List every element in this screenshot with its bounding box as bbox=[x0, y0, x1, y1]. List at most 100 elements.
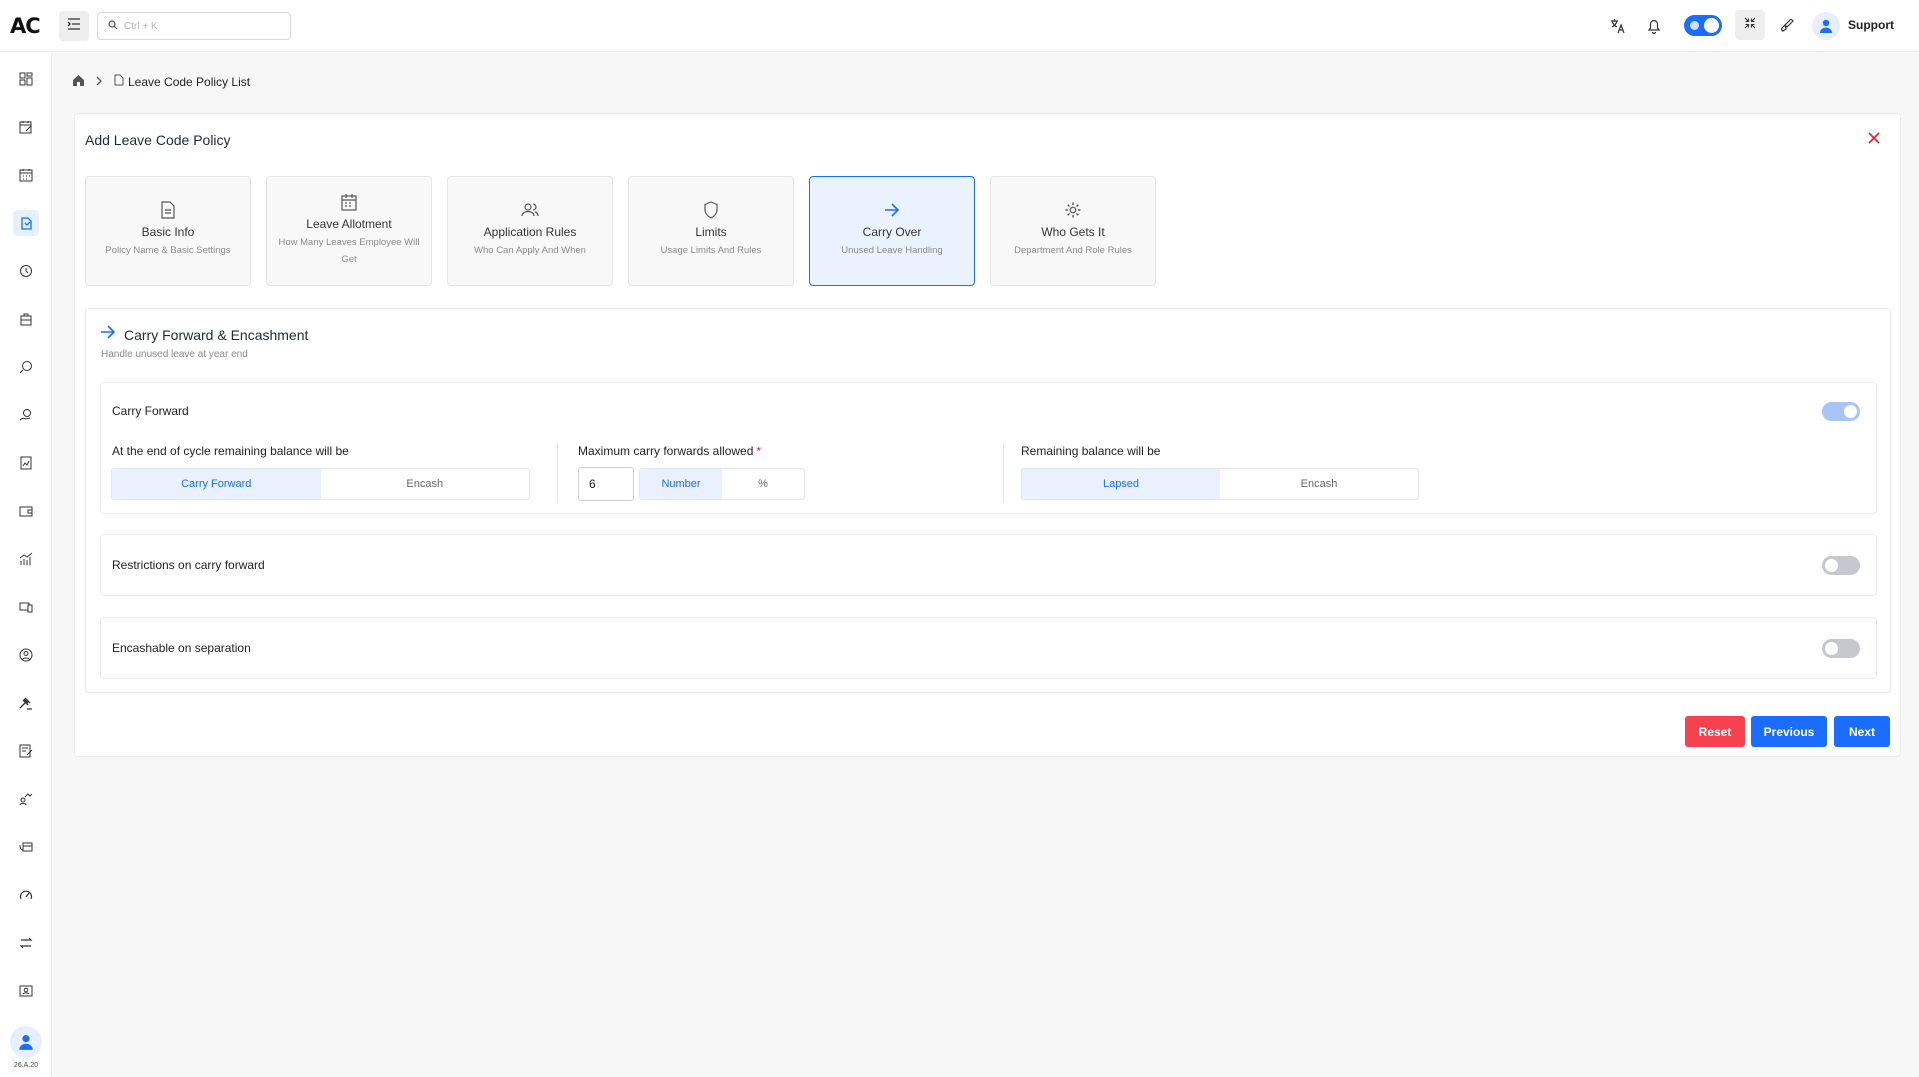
step-description: Who Can Apply And When bbox=[474, 245, 586, 256]
section-subtitle: Handle unused leave at year end bbox=[101, 349, 248, 360]
option-number[interactable]: Number bbox=[640, 469, 722, 499]
paint-brush-icon[interactable] bbox=[1776, 15, 1798, 37]
restrictions-panel: Restrictions on carry forward bbox=[100, 534, 1877, 596]
step-label: Limits bbox=[695, 225, 727, 239]
step-who-gets-it[interactable]: Who Gets It Department And Role Rules bbox=[990, 176, 1156, 286]
calendar-icon bbox=[267, 191, 431, 213]
id-card-icon[interactable] bbox=[13, 978, 39, 1004]
menu-icon bbox=[67, 17, 81, 35]
search-input[interactable] bbox=[124, 20, 274, 32]
previous-button[interactable]: Previous bbox=[1751, 716, 1827, 747]
switch-knob bbox=[1844, 405, 1857, 418]
bell-icon[interactable] bbox=[1643, 15, 1665, 37]
theme-toggle[interactable] bbox=[1684, 15, 1722, 36]
option-encash[interactable]: Encash bbox=[321, 469, 530, 499]
add-policy-card: Add Leave Code Policy Basic Info Policy … bbox=[74, 113, 1901, 757]
step-label: Basic Info bbox=[141, 225, 195, 239]
section-title: Carry Forward & Encashment bbox=[124, 326, 309, 343]
carry-forward-switch[interactable] bbox=[1822, 402, 1860, 421]
app-version: 26.A.20 bbox=[13, 1062, 39, 1069]
max-carry-forward-input[interactable] bbox=[578, 467, 634, 501]
step-leave-allotment[interactable]: Leave Allotment How Many Leaves Employee… bbox=[266, 176, 432, 286]
collapse-icon bbox=[1744, 16, 1756, 34]
max-carry-forward-label-text: Maximum carry forwards allowed bbox=[578, 444, 754, 458]
required-mark: * bbox=[756, 444, 762, 458]
carry-forward-panel: Carry Forward At the end of cycle remain… bbox=[100, 382, 1877, 514]
calendar-icon[interactable] bbox=[13, 162, 39, 188]
leave-policy-icon[interactable] bbox=[13, 210, 39, 236]
fullscreen-button[interactable] bbox=[1735, 10, 1765, 40]
app-logo[interactable]: AC bbox=[10, 14, 41, 38]
money-hand-icon[interactable] bbox=[13, 402, 39, 428]
remaining-balance-selector: Lapsed Encash bbox=[1021, 468, 1419, 500]
speedometer-icon[interactable] bbox=[13, 882, 39, 908]
option-carry-forward[interactable]: Carry Forward bbox=[112, 469, 321, 499]
step-label: Who Gets It bbox=[1041, 225, 1105, 239]
home-icon[interactable] bbox=[72, 74, 85, 89]
search-icon bbox=[108, 17, 118, 35]
calendar-edit-icon[interactable] bbox=[13, 114, 39, 140]
step-label: Carry Over bbox=[862, 225, 922, 239]
next-button[interactable]: Next bbox=[1834, 716, 1890, 747]
close-button[interactable] bbox=[1866, 132, 1882, 148]
breadcrumb: Leave Code Policy List bbox=[72, 74, 250, 89]
cycle-balance-selector: Carry Forward Encash bbox=[111, 468, 530, 500]
wallet-icon[interactable] bbox=[13, 498, 39, 524]
breadcrumb-current[interactable]: Leave Code Policy List bbox=[128, 75, 250, 89]
option-encash[interactable]: Encash bbox=[1220, 469, 1418, 499]
step-description: Policy Name & Basic Settings bbox=[105, 245, 231, 256]
restrictions-label: Restrictions on carry forward bbox=[112, 558, 265, 572]
section-header: Carry Forward & Encashment bbox=[100, 325, 308, 344]
briefcase-icon[interactable] bbox=[13, 306, 39, 332]
users-icon bbox=[448, 199, 612, 221]
step-description: Unused Leave Handling bbox=[841, 245, 943, 256]
profile-circle-icon[interactable] bbox=[13, 642, 39, 668]
payroll-icon[interactable] bbox=[13, 354, 39, 380]
close-icon bbox=[1868, 131, 1880, 149]
divider bbox=[557, 443, 558, 503]
gavel-icon[interactable] bbox=[13, 690, 39, 716]
arrow-right-icon bbox=[100, 325, 116, 344]
step-description: Usage Limits And Rules bbox=[660, 245, 762, 256]
max-unit-selector: Number % bbox=[639, 468, 805, 500]
translate-icon[interactable] bbox=[1607, 15, 1629, 37]
step-description: Department And Role Rules bbox=[1014, 245, 1132, 256]
theme-mode-icon bbox=[1690, 21, 1699, 30]
leave-policy-icon bbox=[113, 74, 124, 89]
transfer-icon[interactable] bbox=[13, 930, 39, 956]
support-label[interactable]: Support bbox=[1848, 18, 1894, 32]
step-application-rules[interactable]: Application Rules Who Can Apply And When bbox=[447, 176, 613, 286]
reset-button[interactable]: Reset bbox=[1685, 716, 1745, 747]
option-percent[interactable]: % bbox=[722, 469, 804, 499]
expense-card-icon[interactable] bbox=[13, 834, 39, 860]
option-lapsed[interactable]: Lapsed bbox=[1022, 469, 1220, 499]
team-growth-icon[interactable] bbox=[13, 786, 39, 812]
switch-knob bbox=[1825, 642, 1838, 655]
report-icon[interactable] bbox=[13, 450, 39, 476]
encashable-switch[interactable] bbox=[1822, 639, 1860, 658]
growth-chart-icon[interactable] bbox=[13, 546, 39, 572]
step-label: Application Rules bbox=[483, 225, 577, 239]
devices-icon[interactable] bbox=[13, 594, 39, 620]
page-title: Add Leave Code Policy bbox=[85, 132, 231, 148]
user-avatar[interactable] bbox=[1812, 12, 1840, 40]
menu-toggle-button[interactable] bbox=[59, 11, 89, 41]
max-carry-forward-label: Maximum carry forwards allowed * bbox=[578, 444, 761, 458]
form-edit-icon[interactable] bbox=[13, 738, 39, 764]
step-basic-info[interactable]: Basic Info Policy Name & Basic Settings bbox=[85, 176, 251, 286]
toggle-knob bbox=[1704, 18, 1719, 33]
sidebar: 26.A.20 bbox=[0, 52, 52, 1077]
encashable-panel: Encashable on separation bbox=[100, 617, 1877, 679]
divider bbox=[1003, 443, 1004, 503]
restrictions-switch[interactable] bbox=[1822, 556, 1860, 575]
encashable-label: Encashable on separation bbox=[112, 641, 251, 655]
step-limits[interactable]: Limits Usage Limits And Rules bbox=[628, 176, 794, 286]
clock-icon[interactable] bbox=[13, 258, 39, 284]
dashboard-icon[interactable] bbox=[13, 66, 39, 92]
step-carry-over[interactable]: Carry Over Unused Leave Handling bbox=[809, 176, 975, 286]
sidebar-user-avatar[interactable] bbox=[10, 1026, 42, 1058]
gear-icon bbox=[991, 199, 1155, 221]
chevron-right-icon bbox=[95, 75, 103, 89]
search-box[interactable] bbox=[97, 12, 291, 40]
cycle-balance-label: At the end of cycle remaining balance wi… bbox=[112, 444, 349, 458]
